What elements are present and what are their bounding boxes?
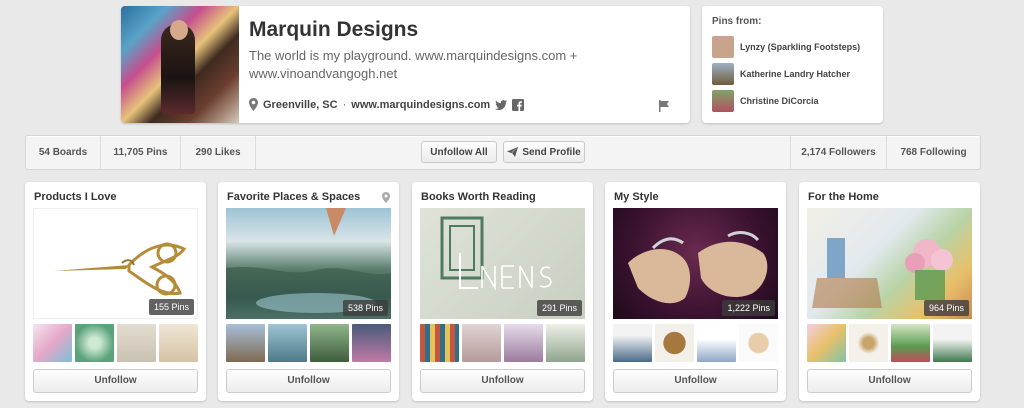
pins-from-avatar	[712, 35, 734, 58]
profile-card: Marquin Designs The world is my playgrou…	[121, 6, 690, 123]
stats-bar: 54 Boards 11,705 Pins 290 Likes Unfollow…	[25, 135, 981, 170]
location-pin-icon	[382, 192, 390, 203]
board-thumbnail[interactable]	[462, 324, 501, 362]
board-thumbnail[interactable]	[655, 324, 694, 362]
twitter-icon[interactable]	[495, 99, 508, 111]
stat-likes[interactable]: 290 Likes	[181, 136, 256, 169]
board-thumbnails	[226, 324, 391, 362]
board-unfollow-button[interactable]: Unfollow	[33, 369, 198, 393]
profile-location: Greenville, SC	[263, 98, 338, 111]
board-thumbnail[interactable]	[226, 324, 265, 362]
board-card[interactable]: For the Home 964 Pins Unfollow	[799, 182, 980, 401]
facebook-icon[interactable]	[512, 98, 525, 111]
pins-from-avatar	[712, 62, 734, 85]
board-unfollow-button[interactable]: Unfollow	[226, 369, 391, 393]
board-title[interactable]: Products I Love	[34, 191, 117, 203]
profile-bio: The world is my playground. www.marquind…	[249, 48, 578, 81]
board-card[interactable]: My Style 1,222 Pins Unfollow	[605, 182, 786, 401]
board-title[interactable]: My Style	[614, 191, 659, 203]
board-title[interactable]: Favorite Places & Spaces	[227, 191, 360, 203]
board-cover-image[interactable]: 1,222 Pins	[613, 208, 778, 319]
report-flag-icon[interactable]	[658, 100, 670, 112]
pins-from-item[interactable]: Christine DiCorcia	[712, 87, 873, 114]
board-title[interactable]: For the Home	[808, 191, 879, 203]
board-unfollow-button[interactable]: Unfollow	[807, 369, 972, 393]
location-pin-icon	[249, 98, 258, 111]
send-profile-label: Send Profile	[522, 146, 581, 158]
board-thumbnail[interactable]	[697, 324, 736, 362]
board-thumbnails	[33, 324, 198, 362]
board-cover-image[interactable]: 155 Pins	[33, 208, 198, 319]
pins-from-name: Lynzy (Sparkling Footsteps)	[740, 41, 861, 52]
board-thumbnail[interactable]	[75, 324, 114, 362]
unfollow-all-label: Unfollow All	[430, 146, 488, 158]
pin-count-badge: 964 Pins	[923, 300, 969, 316]
pins-from-item[interactable]: Lynzy (Sparkling Footsteps)	[712, 33, 873, 60]
profile-photo[interactable]	[121, 6, 239, 123]
meta-separator: ·	[342, 98, 347, 111]
board-cover-image[interactable]: 291 Pins	[420, 208, 585, 319]
board-thumbnail[interactable]	[310, 324, 349, 362]
unfollow-all-button[interactable]: Unfollow All	[421, 141, 497, 163]
board-card[interactable]: Products I Love 155 Pins Unfollow	[25, 182, 206, 401]
board-thumbnail[interactable]	[117, 324, 156, 362]
pin-count-badge: 538 Pins	[342, 300, 388, 316]
board-title[interactable]: Books Worth Reading	[421, 191, 536, 203]
board-cover-image[interactable]: 964 Pins	[807, 208, 972, 319]
send-icon	[507, 147, 519, 157]
board-thumbnail[interactable]	[849, 324, 888, 362]
pins-from-item[interactable]: Katherine Landry Hatcher	[712, 60, 873, 87]
stat-following[interactable]: 768 Following	[886, 136, 980, 169]
board-thumbnail[interactable]	[504, 324, 543, 362]
board-thumbnails	[420, 324, 585, 362]
board-thumbnails	[807, 324, 972, 362]
board-thumbnail[interactable]	[546, 324, 585, 362]
pin-count-badge: 1,222 Pins	[722, 300, 775, 316]
pins-from-title: Pins from:	[712, 16, 762, 27]
stat-boards[interactable]: 54 Boards	[26, 136, 101, 169]
board-thumbnail[interactable]	[268, 324, 307, 362]
pins-from-name: Katherine Landry Hatcher	[740, 68, 851, 79]
pins-from-name: Christine DiCorcia	[740, 95, 819, 106]
board-thumbnail[interactable]	[352, 324, 391, 362]
stat-pins[interactable]: 11,705 Pins	[101, 136, 181, 169]
board-card[interactable]: Favorite Places & Spaces 538 Pins Unfoll…	[218, 182, 399, 401]
profile-meta: Greenville, SC · www.marquindesigns.com	[249, 98, 525, 111]
board-thumbnails	[613, 324, 778, 362]
board-unfollow-button[interactable]: Unfollow	[613, 369, 778, 393]
board-cover-image[interactable]: 538 Pins	[226, 208, 391, 319]
board-thumbnail[interactable]	[933, 324, 972, 362]
board-thumbnail[interactable]	[159, 324, 198, 362]
pins-from-avatar	[712, 89, 734, 112]
board-thumbnail[interactable]	[420, 324, 459, 362]
send-profile-button[interactable]: Send Profile	[503, 141, 585, 163]
board-thumbnail[interactable]	[33, 324, 72, 362]
board-thumbnail[interactable]	[739, 324, 778, 362]
pin-count-badge: 291 Pins	[536, 300, 582, 316]
board-unfollow-button[interactable]: Unfollow	[420, 369, 585, 393]
board-card[interactable]: Books Worth Reading 291 Pins Unfollow	[412, 182, 593, 401]
board-thumbnail[interactable]	[613, 324, 652, 362]
board-thumbnail[interactable]	[807, 324, 846, 362]
pin-count-badge: 155 Pins	[148, 299, 194, 315]
profile-website-link[interactable]: www.marquindesigns.com	[351, 99, 490, 111]
pins-from-card: Pins from: Lynzy (Sparkling Footsteps) K…	[702, 6, 883, 123]
board-thumbnail[interactable]	[891, 324, 930, 362]
stat-followers[interactable]: 2,174 Followers	[790, 136, 886, 169]
photo-head	[170, 20, 188, 40]
profile-name: Marquin Designs	[249, 18, 419, 41]
